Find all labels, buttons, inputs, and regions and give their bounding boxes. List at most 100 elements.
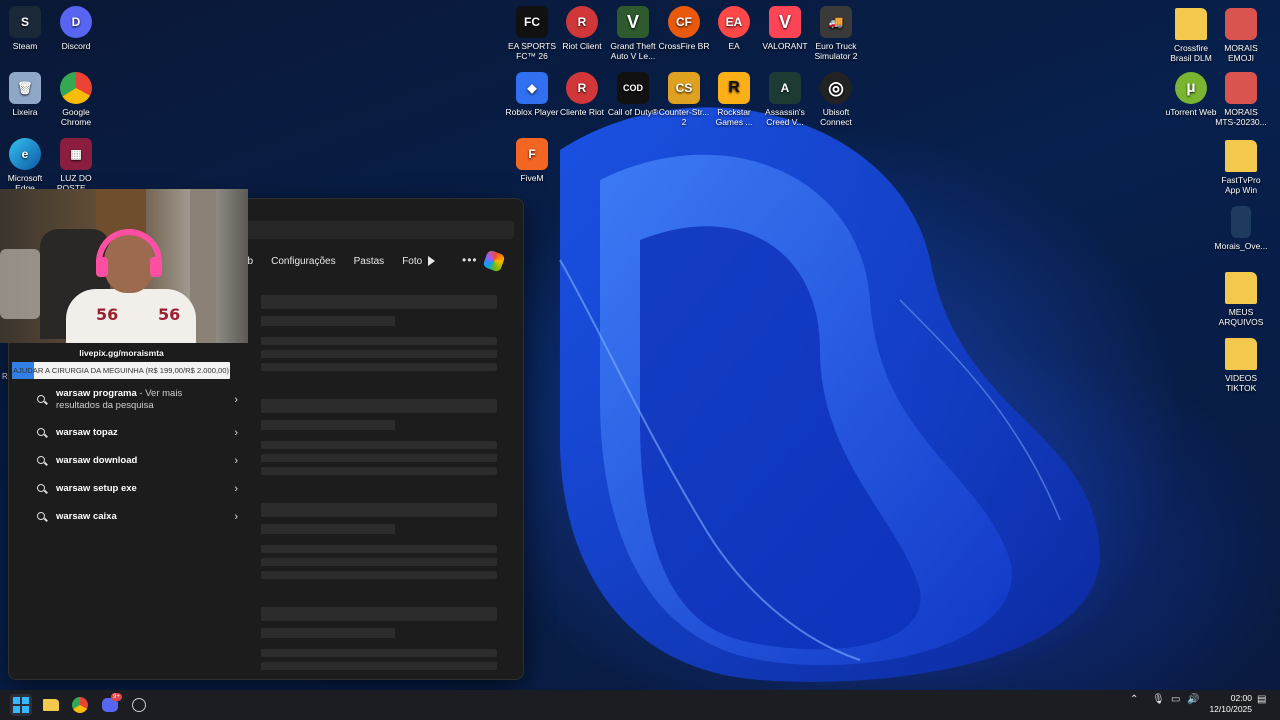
desktop-icon-morais-emoji[interactable]: MORAIS EMOJI bbox=[1213, 8, 1269, 63]
desktop-icon-recycle-bin[interactable]: 🗑 Lixeira bbox=[0, 72, 53, 117]
skeleton-bar bbox=[261, 628, 395, 638]
notification-icon[interactable]: ▤ bbox=[1257, 694, 1266, 705]
desktop-icon-label: CrossFire BR bbox=[658, 41, 710, 51]
desktop-icon-label: EA bbox=[728, 41, 740, 51]
desktop-icon-label: EA SPORTS FC™ 26 bbox=[507, 41, 557, 61]
skeleton-bar bbox=[261, 662, 497, 670]
desktop-icon-rockstar-games[interactable]: R Rockstar Games ... bbox=[706, 72, 762, 127]
desktop-icon-fasttvpro[interactable]: FastTvPro App Win bbox=[1213, 140, 1269, 195]
desktop-icon-ea[interactable]: EA EA bbox=[706, 6, 762, 51]
folder-icon bbox=[1175, 8, 1207, 40]
desktop-icon-label: Google Chrome bbox=[60, 107, 92, 127]
tab-fotos[interactable]: Foto bbox=[393, 253, 431, 271]
desktop-icon-videos-tiktok[interactable]: VIDEOS TIKTOK bbox=[1213, 338, 1269, 393]
desktop-icon-crossfire-brasil-dlm[interactable]: Crossfire Brasil DLM bbox=[1163, 8, 1219, 63]
desktop-icon-microsoft-edge[interactable]: e Microsoft Edge bbox=[0, 138, 53, 193]
taskbar-file-explorer[interactable] bbox=[40, 694, 62, 716]
windows-logo-icon bbox=[13, 697, 29, 713]
ea-icon: EA bbox=[718, 6, 750, 38]
search-icon bbox=[36, 427, 48, 439]
tabs-scroll-play-icon[interactable] bbox=[428, 256, 435, 266]
chrome-icon bbox=[60, 72, 92, 104]
search-icon bbox=[36, 511, 48, 523]
donation-goal-bar: AJUDAR A CIRURGIA DA MEGUINHA (R$ 199,00… bbox=[12, 362, 230, 379]
search-icon bbox=[36, 455, 48, 467]
desktop-icon-discord[interactable]: D Discord bbox=[48, 6, 104, 51]
folder-icon bbox=[1225, 272, 1257, 304]
desktop-icon-ea-sports-fc[interactable]: FC EA SPORTS FC™ 26 bbox=[504, 6, 560, 61]
system-clock[interactable]: 02:00 12/10/2025 bbox=[1204, 693, 1252, 715]
suggestion-item[interactable]: warsaw topaz › bbox=[28, 421, 238, 445]
folder-icon bbox=[43, 699, 59, 711]
desktop-icon-label: FiveM bbox=[520, 173, 544, 183]
taskbar-chrome[interactable] bbox=[69, 694, 91, 716]
desktop-icon-label: uTorrent Web bbox=[1165, 107, 1217, 117]
suggestion-item[interactable]: warsaw download › bbox=[28, 449, 238, 473]
desktop-icon-cliente-riot[interactable]: R Cliente Riot bbox=[554, 72, 610, 117]
desktop-icon-fivem[interactable]: F FiveM bbox=[504, 138, 560, 183]
desktop-icon-steam[interactable]: S Steam bbox=[0, 6, 53, 51]
partial-letter: R bbox=[2, 372, 8, 381]
desktop-icon-label: Euro Truck Simulator 2 bbox=[814, 41, 858, 61]
rockstar-icon: R bbox=[718, 72, 750, 104]
desktop-icon-label: Grand Theft Auto V Le... bbox=[610, 41, 656, 61]
desktop-icon-utorrent-web[interactable]: µ uTorrent Web bbox=[1163, 72, 1219, 117]
webcam-overlay: 56 56 bbox=[0, 189, 248, 343]
headphone-cup bbox=[96, 257, 108, 277]
tab-pastas[interactable]: Pastas bbox=[345, 253, 394, 271]
clock-time: 02:00 bbox=[1230, 693, 1252, 703]
chevron-right-icon: › bbox=[234, 455, 238, 467]
skeleton-bar bbox=[261, 399, 497, 413]
taskbar-discord[interactable]: 9+ bbox=[99, 693, 122, 716]
desktop-icon-roblox-player[interactable]: ◆ Roblox Player bbox=[504, 72, 560, 117]
shirt-number: 56 bbox=[96, 305, 119, 324]
suggestion-item[interactable]: warsaw caixa › bbox=[28, 505, 238, 529]
desktop-icon-morais-ove[interactable]: Morais_Ove... bbox=[1213, 206, 1269, 251]
ubisoft-icon: ◎ bbox=[820, 72, 852, 104]
skeleton-bar bbox=[261, 420, 395, 430]
desktop-icon-ubisoft-connect[interactable]: ◎ Ubisoft Connect bbox=[808, 72, 864, 127]
desktop-icon-label: Roblox Player bbox=[505, 107, 559, 117]
taskbar bbox=[0, 690, 1280, 720]
desktop-icon-morais-mts[interactable]: MORAIS MTS-20230... bbox=[1213, 72, 1269, 127]
skeleton-bar bbox=[261, 545, 497, 553]
desktop-icon-luz-do-poste[interactable]: ▦ LUZ DO POSTE ... bbox=[48, 138, 104, 193]
desktop-icon-meus-arquivos[interactable]: MEUS ARQUIVOS bbox=[1213, 272, 1269, 327]
desktop-icon-label: Riot Client bbox=[562, 41, 602, 51]
suggestion-item[interactable]: warsaw setup exe › bbox=[28, 477, 238, 501]
search-icon bbox=[36, 394, 48, 406]
start-button[interactable] bbox=[10, 694, 32, 716]
network-icon[interactable]: ▭ bbox=[1171, 694, 1180, 705]
skeleton-bar bbox=[261, 454, 497, 462]
desktop-icon-google-chrome[interactable]: Google Chrome bbox=[48, 72, 104, 127]
desktop-icon-counter-strike[interactable]: CS Counter-Str... 2 bbox=[656, 72, 712, 127]
taskbar-steam-like[interactable] bbox=[128, 694, 150, 716]
folder-icon bbox=[1225, 338, 1257, 370]
suggestion-query: warsaw caixa bbox=[56, 511, 117, 522]
tab-configuracoes[interactable]: Configurações bbox=[262, 253, 344, 271]
desktop-icon-gta-v[interactable]: V Grand Theft Auto V Le... bbox=[605, 6, 661, 61]
skeleton-bar bbox=[261, 337, 497, 345]
desktop-icon-call-of-duty[interactable]: COD Call of Duty® bbox=[605, 72, 661, 117]
desktop-icon-assassins-creed[interactable]: A Assassin's Creed V... bbox=[757, 72, 813, 127]
desktop-icon-valorant[interactable]: V VALORANT bbox=[757, 6, 813, 51]
more-options-icon[interactable]: ••• bbox=[462, 253, 478, 267]
volume-icon[interactable]: 🔊 bbox=[1187, 694, 1199, 705]
valorant-icon: V bbox=[769, 6, 801, 38]
desktop-icon-label: MEUS ARQUIVOS bbox=[1218, 307, 1264, 327]
microphone-icon[interactable]: 🎙 bbox=[1152, 694, 1165, 705]
desktop-icon-label: VIDEOS TIKTOK bbox=[1224, 373, 1258, 393]
suggestion-item[interactable]: warsaw programa - Ver mais resultados da… bbox=[28, 386, 238, 414]
assassins-creed-icon: A bbox=[769, 72, 801, 104]
skeleton-bar bbox=[261, 363, 497, 371]
steam-icon: S bbox=[9, 6, 41, 38]
chevron-up-icon[interactable]: ⌃ bbox=[1130, 694, 1138, 705]
discord-icon: D bbox=[60, 6, 92, 38]
desktop-icon-euro-truck[interactable]: 🚚 Euro Truck Simulator 2 bbox=[808, 6, 864, 61]
desktop-icon-label: VALORANT bbox=[762, 41, 808, 51]
desktop-icon-crossfire-br[interactable]: CF CrossFire BR bbox=[656, 6, 712, 51]
desktop-icon-label: Cliente Riot bbox=[560, 107, 604, 117]
desktop-icon-riot-client[interactable]: R Riot Client bbox=[554, 6, 610, 51]
skeleton-bar bbox=[261, 316, 395, 326]
desktop-icon-label: MORAIS EMOJI bbox=[1224, 43, 1258, 63]
